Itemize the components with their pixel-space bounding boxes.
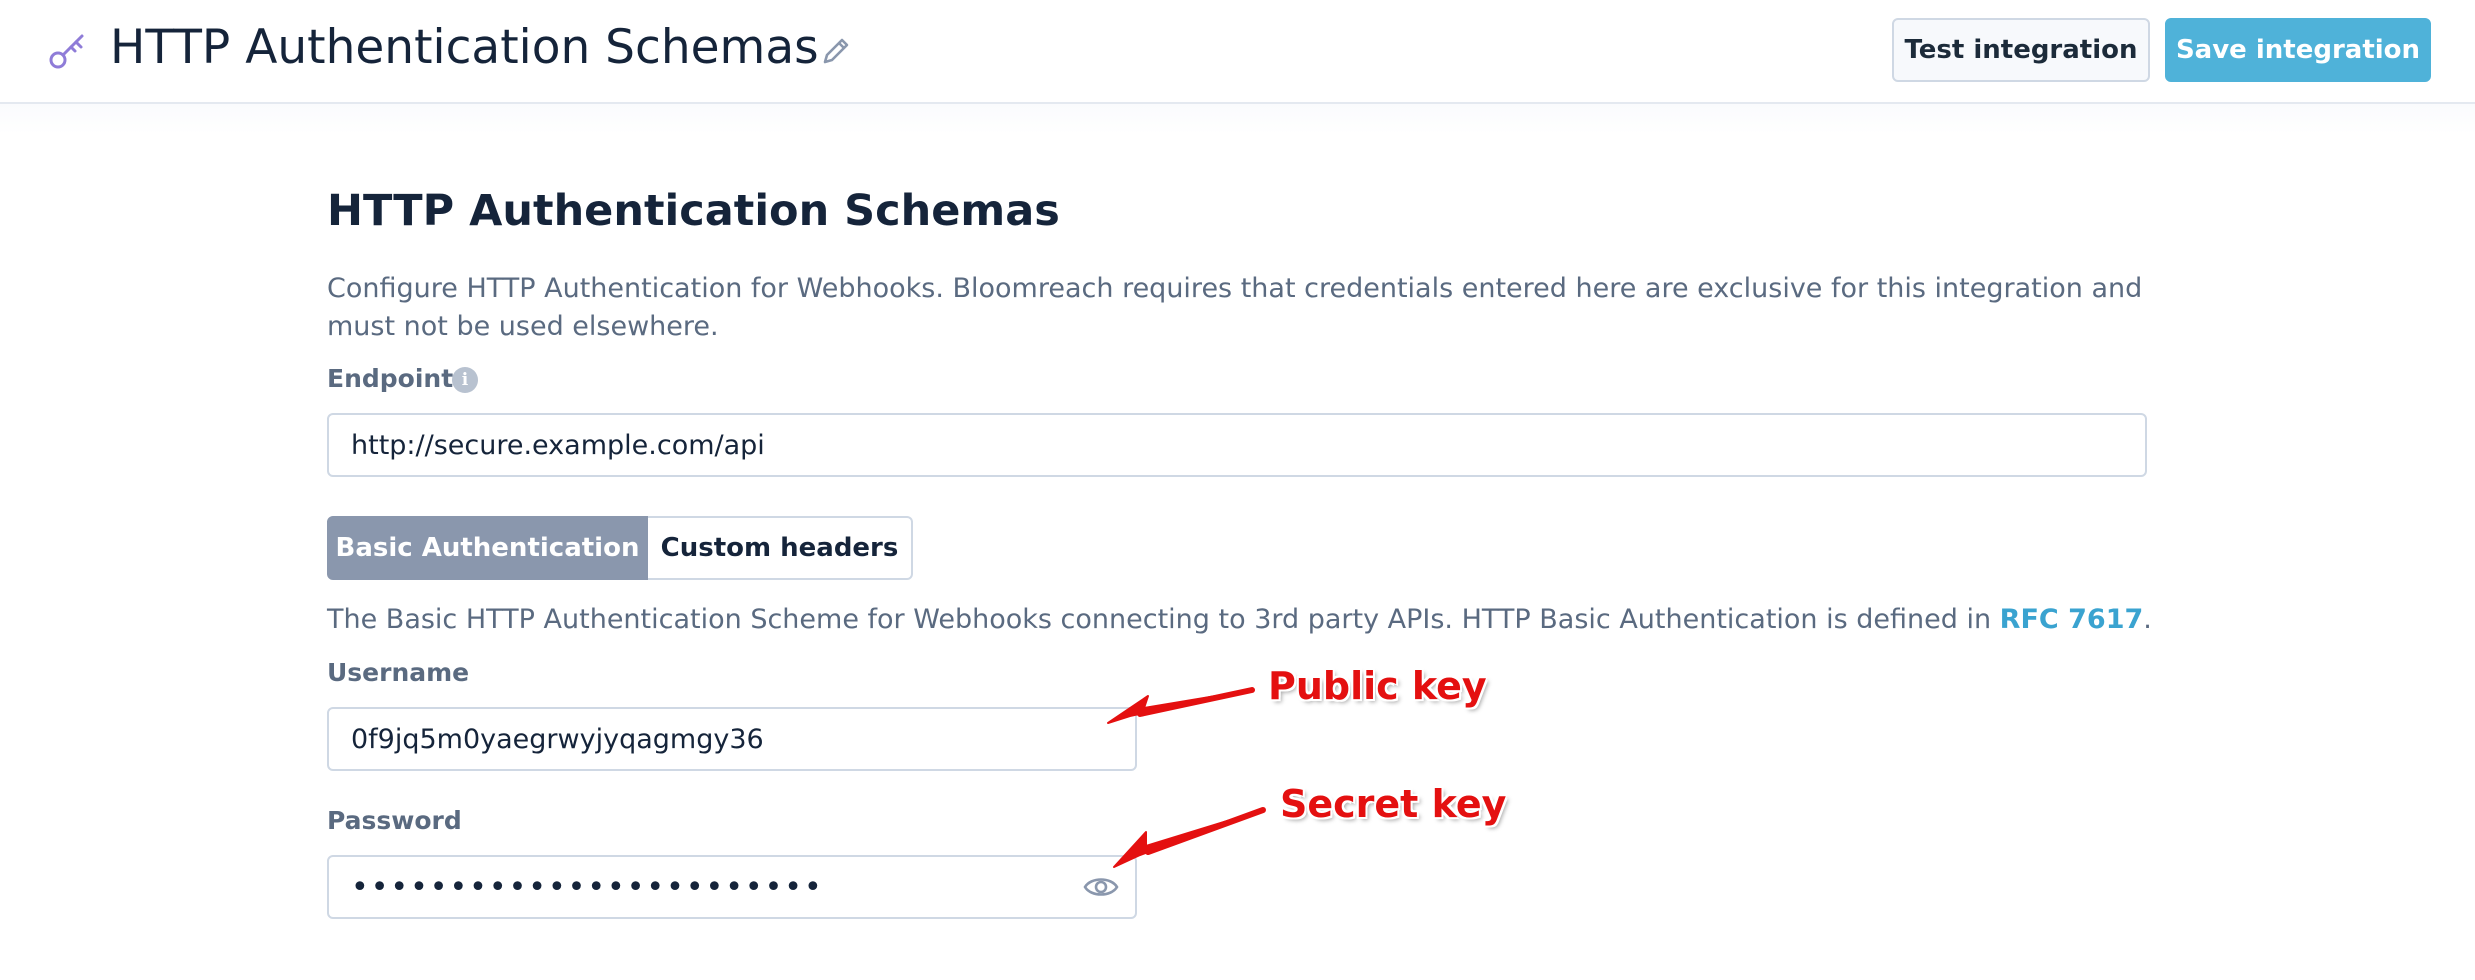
header-divider-shadow: [0, 104, 2475, 134]
info-icon[interactable]: i: [452, 367, 478, 393]
save-integration-button[interactable]: Save integration: [2165, 18, 2431, 82]
page-title: HTTP Authentication Schemas: [110, 20, 819, 75]
username-input[interactable]: 0f9jq5m0yaegrwyjyqagmgy36: [327, 707, 1137, 771]
section-title: HTTP Authentication Schemas: [327, 186, 1060, 236]
endpoint-input[interactable]: http://secure.example.com/api: [327, 413, 2147, 477]
top-bar: HTTP Authentication Schemas Test integra…: [0, 0, 2475, 104]
key-icon: [49, 34, 84, 69]
secret-key-annotation: Secret key: [1280, 782, 1507, 826]
password-masked-value: ••••••••••••••••••••••••: [351, 869, 824, 905]
tab-basic-authentication[interactable]: Basic Authentication: [327, 516, 648, 580]
basic-auth-description-text: The Basic HTTP Authentication Scheme for…: [327, 604, 2000, 635]
section-description: Configure HTTP Authentication for Webhoo…: [327, 273, 2143, 342]
auth-tabs: Basic Authentication Custom headers: [327, 516, 913, 580]
tab-custom-headers[interactable]: Custom headers: [648, 516, 913, 580]
basic-auth-description: The Basic HTTP Authentication Scheme for…: [327, 601, 2152, 639]
username-label: Username: [327, 658, 470, 687]
test-integration-button[interactable]: Test integration: [1892, 18, 2150, 82]
password-input[interactable]: ••••••••••••••••••••••••: [327, 855, 1137, 919]
endpoint-label: Endpoint: [327, 364, 454, 393]
password-label: Password: [327, 806, 462, 835]
basic-auth-description-suffix: .: [2143, 604, 2152, 635]
pencil-icon[interactable]: [818, 33, 854, 69]
rfc-7617-link[interactable]: RFC 7617: [2000, 604, 2144, 635]
public-key-annotation: Public key: [1268, 664, 1487, 708]
